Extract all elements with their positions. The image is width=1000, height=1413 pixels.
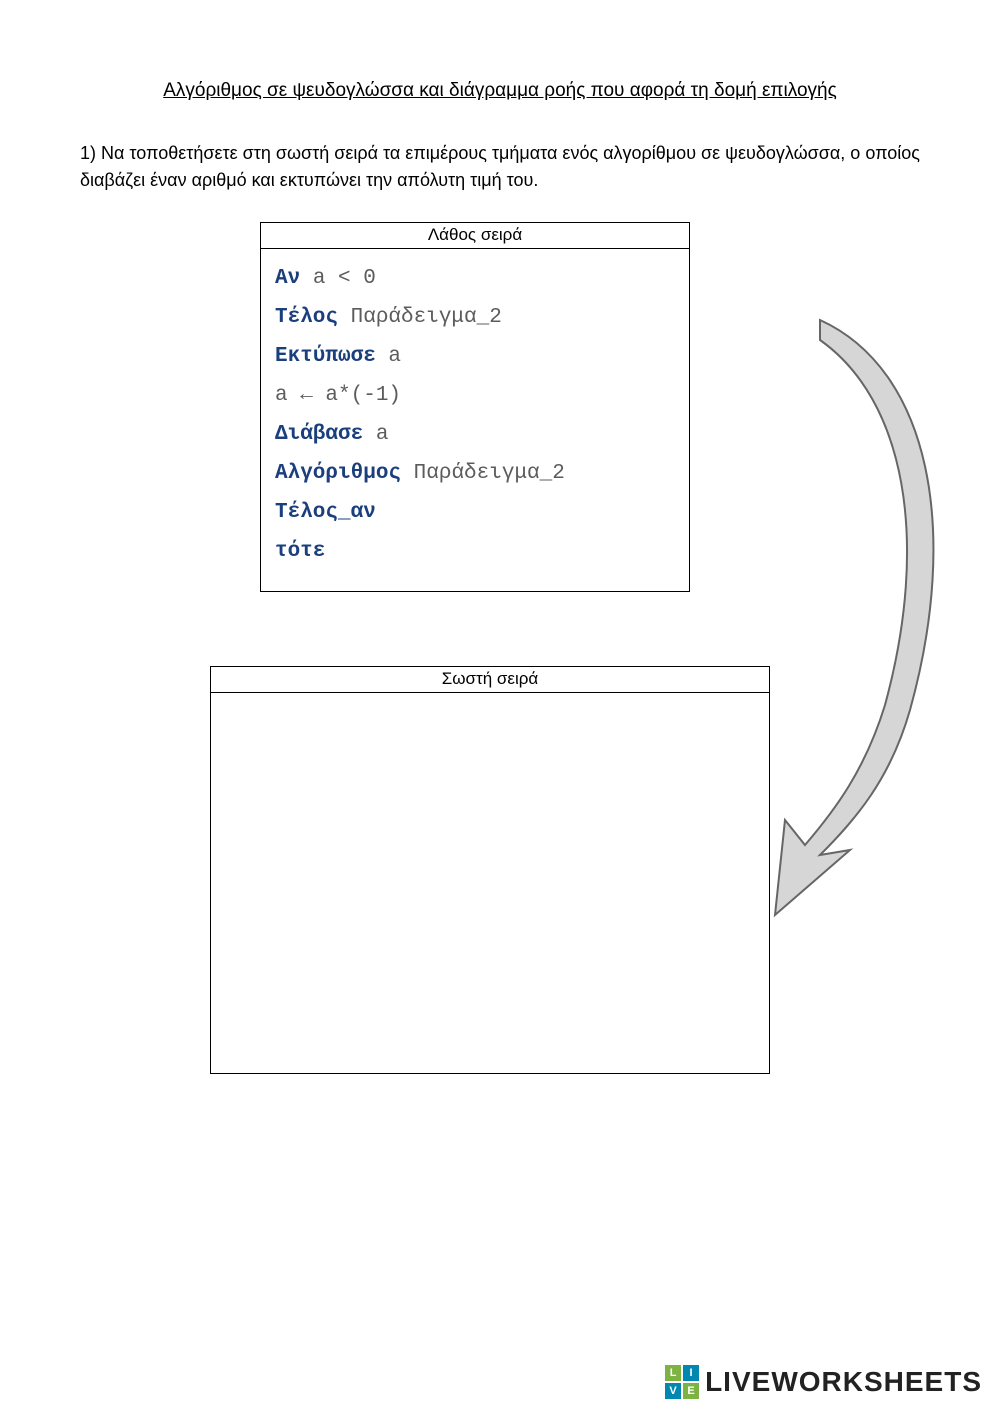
code-rest: a (363, 423, 388, 446)
curved-arrow-icon (760, 310, 980, 930)
logo-square: I (683, 1365, 699, 1381)
logo-square: L (665, 1365, 681, 1381)
code-rest: Παράδειγμα_2 (401, 462, 565, 485)
keyword: Διάβασε (275, 423, 363, 446)
code-rest: a < 0 (300, 267, 376, 290)
keyword: Τέλος_αν (275, 501, 376, 524)
keyword: τότε (275, 540, 325, 563)
code-item[interactable]: Διάβασε a (275, 423, 675, 446)
code-item-list: Αν a < 0 Τέλος Παράδειγμα_2 Εκτύπωσε a a… (261, 249, 689, 591)
keyword: Αν (275, 267, 300, 290)
code-rest: a ← a*(-1) (275, 384, 401, 407)
keyword: Εκτύπωσε (275, 345, 376, 368)
keyword: Τέλος (275, 306, 338, 329)
logo-square: V (665, 1383, 681, 1399)
drop-area[interactable] (211, 693, 769, 1073)
keyword: Αλγόριθμος (275, 462, 401, 485)
code-item[interactable]: Τέλος Παράδειγμα_2 (275, 306, 675, 329)
code-item[interactable]: Αλγόριθμος Παράδειγμα_2 (275, 462, 675, 485)
wrong-order-box: Λάθος σειρά Αν a < 0 Τέλος Παράδειγμα_2 … (260, 222, 690, 592)
code-item[interactable]: Αν a < 0 (275, 267, 675, 290)
correct-order-box: Σωστή σειρά (210, 666, 770, 1074)
watermark: L I V E LIVEWORKSHEETS (665, 1365, 982, 1399)
code-item[interactable]: a ← a*(-1) (275, 384, 675, 407)
watermark-logo-icon: L I V E (665, 1365, 699, 1399)
code-item[interactable]: Τέλος_αν (275, 501, 675, 524)
code-item[interactable]: τότε (275, 540, 675, 563)
logo-square: E (683, 1383, 699, 1399)
code-rest: a (376, 345, 401, 368)
page-title: Αλγόριθμος σε ψευδογλώσσα και διάγραμμα … (80, 80, 920, 102)
code-item[interactable]: Εκτύπωσε a (275, 345, 675, 368)
wrong-order-header: Λάθος σειρά (261, 223, 689, 249)
correct-order-header: Σωστή σειρά (211, 667, 769, 693)
question-instruction: 1) Να τοποθετήσετε στη σωστή σειρά τα επ… (80, 140, 920, 194)
watermark-text: LIVEWORKSHEETS (705, 1366, 982, 1398)
code-rest: Παράδειγμα_2 (338, 306, 502, 329)
